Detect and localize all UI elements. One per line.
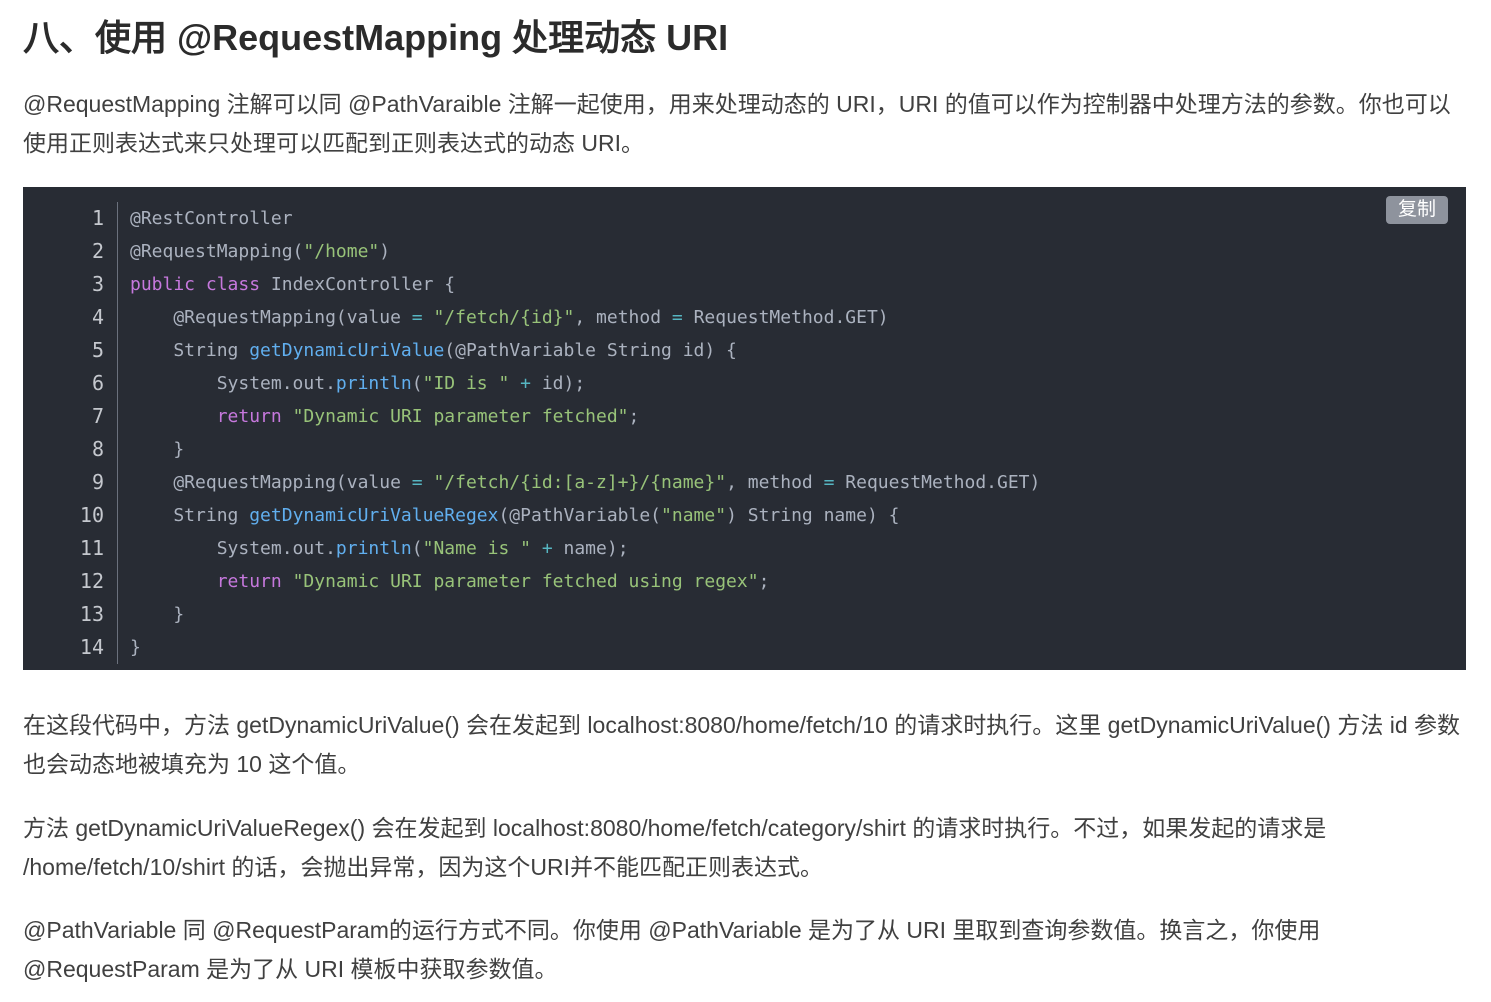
code-token: ; (758, 571, 770, 592)
code-content[interactable]: @RestController @RequestMapping("/home") p… (130, 202, 1040, 664)
code-token: class (205, 274, 261, 295)
code-token: } (130, 637, 141, 658)
code-line: @RequestMapping(value = "/fetch/{id:[a-z… (130, 466, 1040, 499)
code-token: } (130, 604, 185, 625)
code-token: @RequestMapping(value (130, 307, 412, 328)
code-line: } (130, 631, 1040, 664)
code-token: = (411, 472, 423, 493)
line-number: 12 (79, 569, 104, 593)
line-number: 5 (91, 338, 104, 362)
code-token: RequestMethod.GET) (682, 307, 889, 328)
code-token: IndexController { (260, 274, 456, 295)
code-token: String (130, 340, 250, 361)
line-number: 7 (91, 404, 104, 428)
code-token: println (335, 538, 412, 559)
code-token: println (335, 373, 412, 394)
code-token: ) (379, 241, 391, 262)
line-number: 10 (79, 503, 104, 527)
code-token: public (130, 274, 196, 295)
code-token: name); (552, 538, 629, 559)
code-line: return "Dynamic URI parameter fetched"; (130, 400, 1040, 433)
code-token: ; (628, 406, 640, 427)
code-token: "Dynamic URI parameter fetched using reg… (292, 571, 759, 592)
code-line: return "Dynamic URI parameter fetched us… (130, 565, 1040, 598)
explanation-paragraph-3: @PathVariable 同 @RequestParam的运行方式不同。你使用… (23, 917, 1321, 982)
code-token: "/fetch/{id:[a-z]+}/{name}" (433, 472, 727, 493)
code-token: return (216, 571, 282, 592)
line-number: 1 (91, 206, 104, 230)
code-token: String (130, 505, 250, 526)
code-token: @RequestMapping(value (130, 472, 412, 493)
code-token: @RestController (130, 208, 293, 229)
line-number: 11 (79, 536, 104, 560)
line-number: 2 (91, 239, 104, 263)
code-token: System.out. (130, 373, 336, 394)
code-line: @RequestMapping("/home") (130, 235, 1040, 268)
line-number: 3 (91, 272, 104, 296)
code-line: } (130, 433, 1040, 466)
line-number: 4 (91, 305, 104, 329)
line-number: 14 (79, 635, 104, 659)
explanation-paragraph-2: 方法 getDynamicUriValueRegex() 会在发起到 local… (23, 815, 1327, 880)
article: 八、使用 @RequestMapping 处理动态 URI @RequestMa… (0, 0, 1491, 1002)
copy-button[interactable]: 复制 (1385, 196, 1448, 224)
code-line: String getDynamicUriValue(@PathVariable … (130, 334, 1040, 367)
code-token: = (823, 472, 835, 493)
section-heading: 八、使用 @RequestMapping 处理动态 URI (23, 17, 729, 58)
code-token: } (130, 439, 185, 460)
code-token: id); (531, 373, 586, 394)
code-line: @RequestMapping(value = "/fetch/{id}", m… (130, 301, 1040, 334)
code-line: public class IndexController { (130, 268, 1040, 301)
code-line: } (130, 598, 1040, 631)
code-line: @RestController (130, 202, 1040, 235)
code-token: "/home" (303, 241, 380, 262)
code-token: "Dynamic URI parameter fetched" (292, 406, 629, 427)
code-token: getDynamicUriValueRegex (249, 505, 499, 526)
line-number: 8 (91, 437, 104, 461)
code-line: System.out.println("Name is " + name); (130, 532, 1040, 565)
intro-paragraph: @RequestMapping 注解可以同 @PathVaraible 注解一起… (23, 91, 1451, 156)
code-token: "Name is " (422, 538, 531, 559)
code-token: ) String name) { (726, 505, 900, 526)
code-token: System.out. (130, 538, 336, 559)
code-line: String getDynamicUriValueRegex(@PathVari… (130, 499, 1040, 532)
code-token: ( (411, 373, 423, 394)
code-token: , method (726, 472, 824, 493)
code-token: return (216, 406, 282, 427)
line-number: 6 (91, 371, 104, 395)
code-token: (@PathVariable String id) { (444, 340, 737, 361)
code-token: RequestMethod.GET) (834, 472, 1041, 493)
code-token: ( (411, 538, 423, 559)
code-line: System.out.println("ID is " + id); (130, 367, 1040, 400)
line-number: 13 (79, 602, 104, 626)
code-token: "ID is " (422, 373, 510, 394)
code-token: , method (574, 307, 672, 328)
code-token: "name" (661, 505, 727, 526)
code-token: = (671, 307, 683, 328)
code-block: 1 2 3 4 5 6 7 8 9 10 11 12 13 14 @RestController @Requ… (23, 187, 1466, 670)
code-token: = (411, 307, 423, 328)
code-token: "/fetch/{id}" (433, 307, 575, 328)
code-token: getDynamicUriValue (249, 340, 445, 361)
code-token: @RequestMapping( (130, 241, 304, 262)
code-token: (@PathVariable( (498, 505, 662, 526)
explanation-paragraph-1: 在这段代码中，方法 getDynamicUriValue() 会在发起到 loc… (23, 712, 1461, 777)
code-token: + (520, 373, 531, 394)
code-token: + (541, 538, 553, 559)
line-number-gutter: 1 2 3 4 5 6 7 8 9 10 11 12 13 14 (23, 202, 118, 664)
line-number: 9 (91, 470, 104, 494)
